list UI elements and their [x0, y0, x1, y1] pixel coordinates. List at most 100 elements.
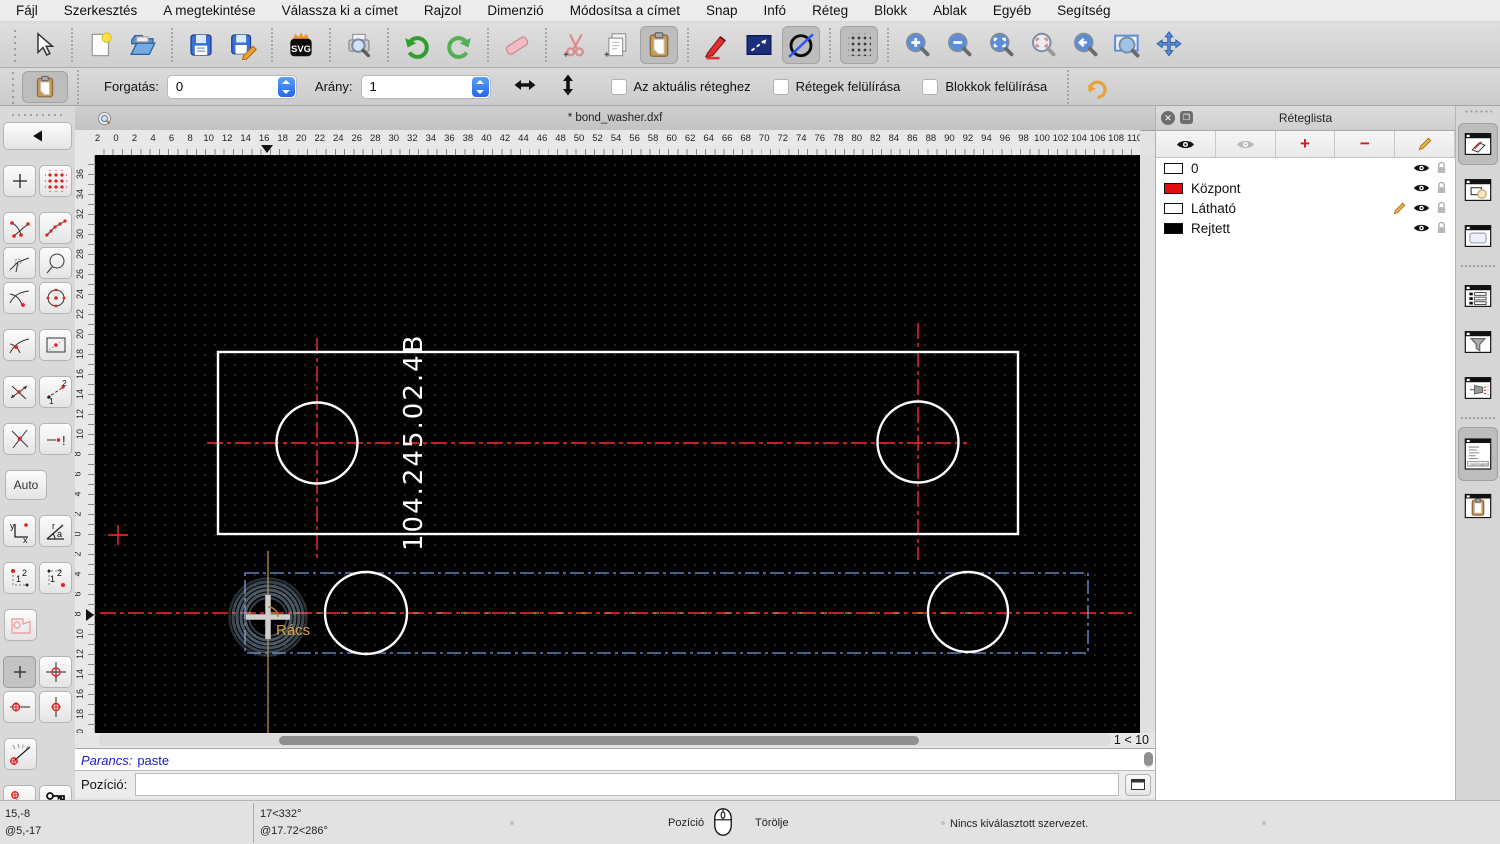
snap-circle-button[interactable] — [39, 247, 72, 279]
line-attributes-button[interactable] — [740, 26, 778, 64]
horizontal-scrollbar-thumb[interactable] — [279, 735, 919, 745]
zoom-out-button[interactable] — [940, 26, 978, 64]
dock-block-list-button[interactable] — [1458, 169, 1498, 211]
coordinate-cartesian-button[interactable]: yx — [3, 515, 36, 547]
cut-button[interactable] — [556, 26, 594, 64]
menu-draw[interactable]: Rajzol — [424, 3, 462, 18]
grid-toggle-button[interactable] — [840, 25, 878, 64]
dock-command-widget-button[interactable]: command — [1458, 427, 1498, 481]
restrict-vertical-button[interactable] — [39, 691, 72, 723]
draw-order-button[interactable] — [4, 609, 37, 641]
snap-on-entity-button[interactable] — [39, 212, 72, 244]
layer-row-kozpont[interactable]: Központ — [1156, 178, 1455, 198]
zoom-auto-button[interactable] — [982, 26, 1020, 64]
menu-info[interactable]: Infó — [764, 3, 787, 18]
overwrite-blocks-checkbox[interactable] — [922, 78, 939, 95]
menu-view[interactable]: A megtekintése — [163, 3, 255, 18]
layer-lock-icon[interactable] — [1436, 221, 1447, 235]
palette-handle[interactable] — [10, 112, 65, 119]
rotation-stepper[interactable] — [277, 76, 295, 97]
menu-file[interactable]: Fájl — [16, 3, 38, 18]
zoom-window-button[interactable] — [1108, 26, 1146, 64]
overwrite-layers-checkbox[interactable] — [772, 78, 789, 95]
snap-free-button[interactable] — [3, 165, 36, 197]
zoom-selection-button[interactable] — [1024, 26, 1062, 64]
relative-zero-button[interactable] — [3, 656, 36, 688]
menu-block[interactable]: Blokk — [874, 3, 907, 18]
snap-endpoint-button[interactable] — [3, 212, 36, 244]
to-current-layer-checkbox[interactable] — [610, 78, 627, 95]
snap-auto-intersection-button[interactable] — [3, 376, 36, 408]
corner-second-button[interactable]: 12 — [39, 562, 72, 594]
flip-horizontal-button[interactable] — [513, 74, 537, 99]
snap-distance-button[interactable]: 12 — [39, 376, 72, 408]
dock-clipboard-button[interactable] — [1458, 485, 1498, 527]
command-history[interactable]: Parancs: paste — [75, 748, 1155, 771]
layer-visible-icon[interactable] — [1413, 222, 1430, 234]
redo-button[interactable] — [440, 26, 478, 64]
drawing-canvas[interactable]: 104.245.02.4B Rács — [95, 155, 1140, 733]
rotation-input[interactable] — [167, 78, 278, 95]
layer-lock-icon[interactable] — [1436, 201, 1447, 215]
open-file-button[interactable] — [124, 26, 162, 64]
coordinate-polar-button[interactable]: ra — [39, 515, 72, 547]
layer-row-lathato[interactable]: Látható — [1156, 198, 1455, 218]
dock-handle[interactable] — [1464, 109, 1492, 115]
layer-visible-icon[interactable] — [1413, 182, 1430, 194]
copy-button[interactable] — [598, 26, 636, 64]
panel-detach-icon[interactable]: ❐ — [1180, 111, 1193, 124]
show-all-layers-button[interactable] — [1156, 131, 1216, 157]
corner-first-button[interactable]: 12 — [3, 562, 36, 594]
snap-nearest-button[interactable] — [3, 282, 36, 314]
layer-row-rejtett[interactable]: Rejtett — [1156, 218, 1455, 238]
menu-layer[interactable]: Réteg — [812, 3, 848, 18]
menu-select[interactable]: Válassza ki a címet — [282, 3, 398, 18]
command-scrollbar[interactable] — [1144, 752, 1153, 768]
palette-back-button[interactable] — [3, 122, 72, 150]
zoom-previous-button[interactable] — [1066, 26, 1104, 64]
pen-attributes-button[interactable] — [698, 26, 736, 64]
snap-restrict-button[interactable]: ! — [39, 423, 72, 455]
menu-snap[interactable]: Snap — [706, 3, 738, 18]
position-input[interactable] — [135, 773, 1119, 796]
menu-edit[interactable]: Szerkesztés — [64, 3, 138, 18]
command-window-button[interactable] — [1125, 773, 1151, 796]
zoom-pan-button[interactable] — [1150, 26, 1188, 64]
dock-selection-filter-button[interactable] — [1458, 321, 1498, 363]
zoom-in-button[interactable] — [898, 26, 936, 64]
save-button[interactable] — [182, 26, 220, 64]
paste-button[interactable] — [640, 25, 678, 64]
print-preview-button[interactable] — [340, 26, 378, 64]
new-document-button[interactable] — [82, 26, 120, 64]
document-tab-title[interactable]: * bond_washer.dxf — [75, 112, 1155, 124]
snap-tangent-button[interactable] — [3, 329, 36, 361]
undo-button[interactable] — [398, 26, 436, 64]
layer-visible-icon[interactable] — [1413, 162, 1430, 174]
layer-lock-icon[interactable] — [1436, 181, 1447, 195]
hide-all-layers-button[interactable] — [1215, 131, 1276, 157]
dock-library-browser-button[interactable] — [1458, 215, 1498, 257]
erase-button[interactable] — [498, 26, 536, 64]
layer-row-0[interactable]: 0 — [1156, 158, 1455, 178]
layer-visible-icon[interactable] — [1413, 202, 1430, 214]
layer-lock-icon[interactable] — [1436, 161, 1447, 175]
horizontal-scrollbar[interactable] — [99, 734, 1111, 746]
command-scrollbar-thumb[interactable] — [1144, 752, 1153, 766]
circle-tool-button[interactable] — [782, 25, 820, 64]
snap-grid-button[interactable] — [39, 165, 72, 197]
toolbar-handle[interactable] — [12, 27, 18, 62]
snap-center-button[interactable] — [39, 282, 72, 314]
menu-help[interactable]: Segítség — [1057, 3, 1110, 18]
scale-input[interactable] — [361, 78, 472, 95]
scale-stepper[interactable] — [471, 76, 489, 97]
flip-vertical-button[interactable] — [557, 73, 579, 100]
dock-light-tool-button[interactable] — [1458, 367, 1498, 409]
menu-window[interactable]: Ablak — [933, 3, 967, 18]
angle-gauge-button[interactable] — [4, 738, 37, 770]
paste-tool-button[interactable] — [22, 70, 68, 103]
snap-intersection-button[interactable] — [3, 423, 36, 455]
hole-bottom-right[interactable] — [926, 570, 1010, 654]
snap-intersection-manual-button[interactable] — [3, 247, 36, 279]
dock-entity-list-button[interactable] — [1458, 275, 1498, 317]
add-layer-button[interactable]: + — [1275, 131, 1336, 157]
